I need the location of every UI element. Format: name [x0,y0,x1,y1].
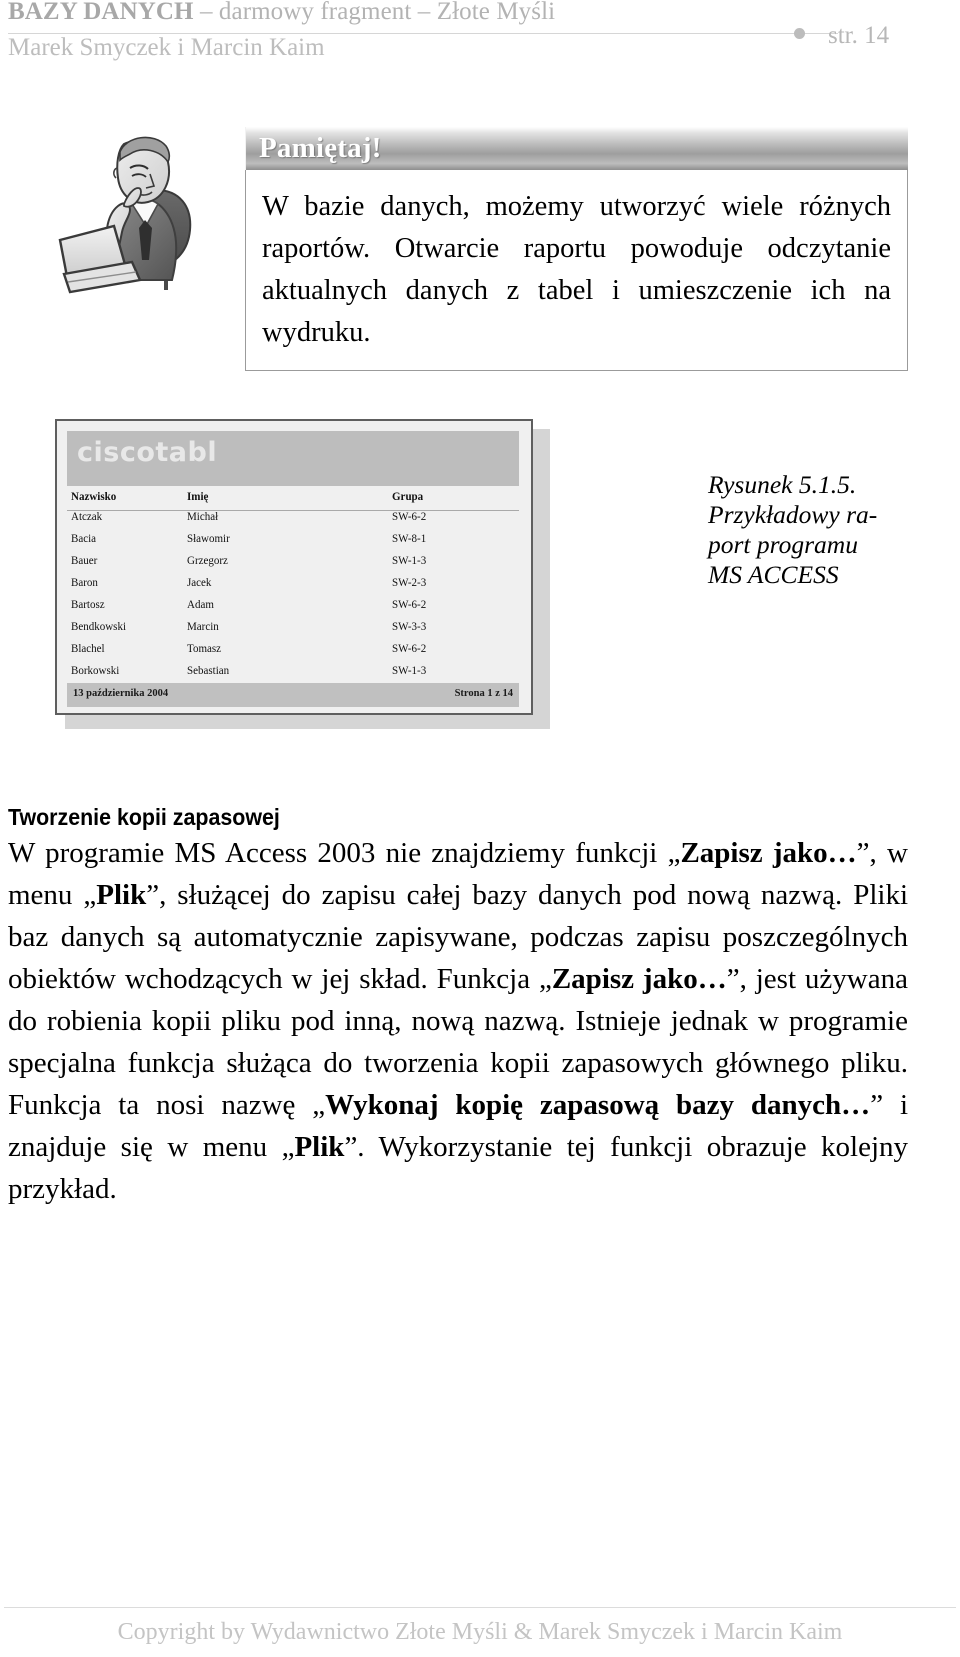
table-row: Atczak Michał SW-6-2 [67,511,519,533]
body-text-1: W programie MS Access 2003 nie znajdziem… [8,837,681,869]
table-row: Bartosz Adam SW-6-2 [67,599,519,621]
column-header-nazwisko: Nazwisko [71,490,117,504]
header-page-number: str. 14 [828,22,890,49]
cell-nazwisko: Bauer [71,554,98,568]
table-row: Blachel Tomasz SW-6-2 [67,643,519,665]
callout-title: Pamiętaj! [259,132,382,164]
body-bold-wykonaj-kopie: Wykonaj kopię zapasową bazy danych… [325,1089,871,1121]
cell-grupa: SW-8-1 [392,532,427,546]
footer-copyright: Copyright by Wydawnictwo Złote Myśli & M… [117,1619,843,1645]
cell-imie: Tomasz [187,642,222,656]
report-footer-date: 13 października 2004 [73,688,169,699]
callout-titlebar: Pamiętaj! [245,126,908,170]
cell-grupa: SW-6-2 [392,510,427,524]
section-heading: Tworzenie kopii zapasowej [8,804,280,831]
header-authors: Marek Smyczek i Marcin Kaim [8,34,325,61]
table-row: Bauer Grzegorz SW-1-3 [67,555,519,577]
cell-nazwisko: Atczak [71,510,103,524]
cell-nazwisko: Bacia [71,532,97,546]
header-book-title-strong: BAZY DANYCH [8,0,194,25]
figure-caption-line-2: Przykładowy ra- [708,500,878,529]
column-header-imie: Imię [187,490,209,504]
table-row: Bendkowski Marcin SW-3-3 [67,621,519,643]
cell-nazwisko: Borkowski [71,664,120,678]
cell-nazwisko: Bartosz [71,598,105,612]
report-table: Nazwisko Imię Grupa Atczak Michał SW-6-2… [67,491,519,687]
page-footer: Copyright by Wydawnictwo Złote Myśli & M… [0,1587,960,1657]
cell-imie: Michał [187,510,219,524]
cell-nazwisko: Baron [71,576,98,590]
figure-caption-line-4: MS ACCESS [708,560,839,589]
cell-imie: Jacek [187,576,212,590]
report-footer-band: 13 października 2004 Strona 1 z 14 [67,683,519,707]
cell-imie: Sebastian [187,664,230,678]
paragraph-text: W programie MS Access 2003 nie znajdziem… [8,832,908,1210]
bullet-dot-icon [794,28,805,39]
body-bold-zapisz-jako-1: Zapisz jako… [680,837,857,869]
cell-imie: Grzegorz [187,554,228,568]
cell-imie: Sławomir [187,532,230,546]
thinking-man-at-laptop-illustration [46,122,222,298]
body-bold-plik-2: Plik [294,1131,345,1163]
report-table-header: Nazwisko Imię Grupa [67,491,519,511]
body-paragraph: W programie MS Access 2003 nie znajdziem… [8,832,908,1210]
screenshot-frame: ciscotabl Nazwisko Imię Grupa Atczak Mic… [55,419,533,715]
body-bold-plik-1: Plik [96,879,147,911]
cell-nazwisko: Blachel [71,642,105,656]
figure-caption-line-1: Rysunek 5.1.5. [708,470,857,499]
cell-grupa: SW-1-3 [392,554,427,568]
cell-imie: Marcin [187,620,219,634]
header-book-title: BAZY DANYCH – darmowy fragment – Złote M… [8,0,555,26]
body-bold-zapisz-jako-2: Zapisz jako… [551,963,727,995]
header-book-title-rest: – darmowy fragment – Złote Myśli [193,0,556,25]
access-report-screenshot: ciscotabl Nazwisko Imię Grupa Atczak Mic… [55,419,550,729]
report-footer-page: Strona 1 z 14 [454,688,513,699]
clipart-svg [58,136,192,294]
cell-grupa: SW-1-3 [392,664,427,678]
callout-text: W bazie danych, możemy utworzyć wiele ró… [262,191,891,348]
cell-grupa: SW-6-2 [392,642,427,656]
figure-caption: Rysunek 5.1.5. Przykładowy ra- port prog… [708,470,908,590]
table-row: Bacia Sławomir SW-8-1 [67,533,519,555]
column-header-grupa: Grupa [392,490,424,504]
cell-grupa: SW-3-3 [392,620,427,634]
callout-body: W bazie danych, możemy utworzyć wiele ró… [246,170,907,370]
report-title-band: ciscotabl [67,431,519,486]
footer-divider [4,1607,956,1608]
remember-callout: Pamiętaj! W bazie danych, możemy utworzy… [245,126,908,371]
cell-grupa: SW-2-3 [392,576,427,590]
table-row: Baron Jacek SW-2-3 [67,577,519,599]
cell-nazwisko: Bendkowski [71,620,126,634]
cell-grupa: SW-6-2 [392,598,427,612]
cell-imie: Adam [187,598,214,612]
page-header: BAZY DANYCH – darmowy fragment – Złote M… [0,0,960,86]
report-database-name: ciscotabl [77,437,218,468]
figure-caption-line-3: port programu [708,530,858,559]
